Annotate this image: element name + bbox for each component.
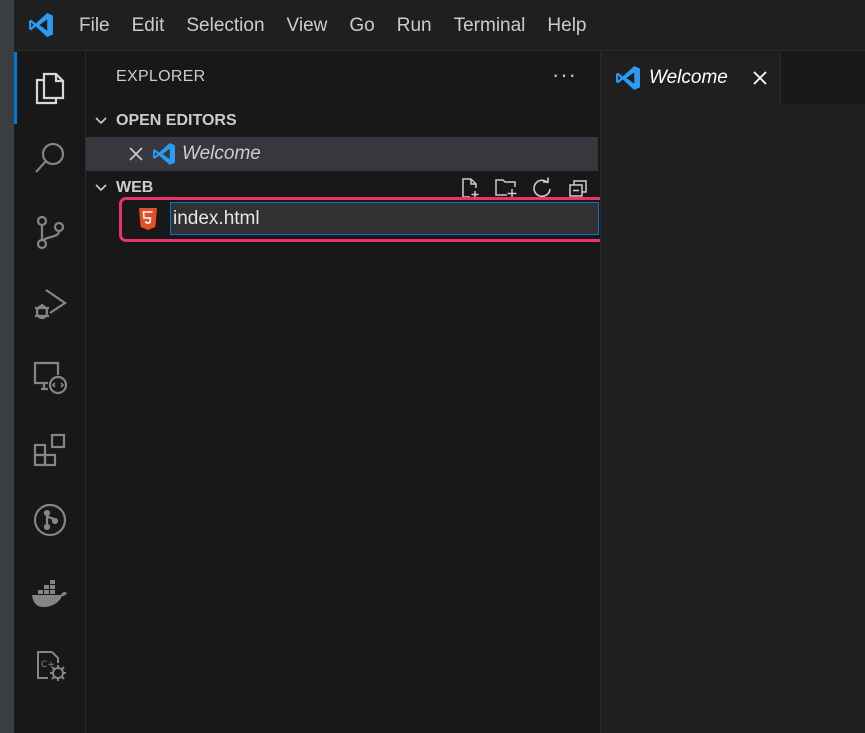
activity-source-control[interactable] [14,196,86,268]
collapse-all-icon[interactable] [564,174,592,202]
activity-cpp-settings[interactable]: C+ [14,629,86,701]
remote-explorer-icon [33,361,68,395]
menu-view[interactable]: View [276,0,339,51]
activity-git-graph[interactable] [14,484,86,556]
tab-label: Welcome [649,67,728,88]
menu-terminal[interactable]: Terminal [443,0,537,51]
menu-edit[interactable]: Edit [121,0,176,51]
menu-go[interactable]: Go [338,0,385,51]
new-file-name-input[interactable] [170,202,599,235]
chevron-down-icon [86,106,116,136]
activity-remote-explorer[interactable] [14,341,86,413]
menu-help[interactable]: Help [536,0,597,51]
activity-run-debug[interactable] [14,268,86,340]
run-debug-icon [35,289,67,320]
editor-area: Welcome [600,52,865,733]
git-graph-icon [33,503,67,537]
menu-bar: File Edit Selection View Go Run Terminal… [68,0,598,51]
close-tab-icon[interactable] [749,67,771,89]
cpp-settings-icon: C+ [37,651,66,681]
window-edge [0,0,14,733]
activity-bar: C+ [14,52,86,733]
html5-icon [138,208,158,235]
open-editor-label: Welcome [182,143,261,164]
menu-run[interactable]: Run [386,0,443,51]
explorer-icon [35,72,65,105]
activity-explorer[interactable] [14,52,86,124]
activity-docker[interactable] [14,558,86,630]
open-editor-item-welcome[interactable]: Welcome [86,137,598,171]
extensions-icon [33,433,66,467]
vscode-logo-icon [14,0,68,51]
open-editors-section-header[interactable]: OPEN EDITORS [86,106,600,136]
new-file-icon[interactable] [456,174,484,202]
source-control-icon [36,215,65,250]
menu-selection[interactable]: Selection [175,0,275,51]
tab-welcome[interactable]: Welcome [601,52,781,104]
vscode-logo-icon [615,65,643,91]
more-actions-button[interactable]: ··· [552,62,577,88]
vscode-logo-icon [152,142,176,166]
workspace-title: WEB [116,179,154,196]
tab-bar: Welcome [601,52,865,104]
open-editors-title: OPEN EDITORS [116,112,237,129]
close-icon[interactable] [124,146,148,162]
docker-icon [32,580,67,607]
activity-search[interactable] [14,122,86,194]
chevron-down-icon [86,173,116,203]
new-folder-icon[interactable] [492,174,520,202]
refresh-icon[interactable] [528,174,556,202]
explorer-sidebar: EXPLORER ··· OPEN EDITORS Welcome WEB [86,52,600,733]
explorer-title: EXPLORER [116,68,206,85]
title-bar: File Edit Selection View Go Run Terminal… [14,0,865,51]
new-file-row [116,199,600,237]
activity-extensions[interactable] [14,414,86,486]
menu-file[interactable]: File [68,0,121,51]
search-icon [35,142,65,173]
